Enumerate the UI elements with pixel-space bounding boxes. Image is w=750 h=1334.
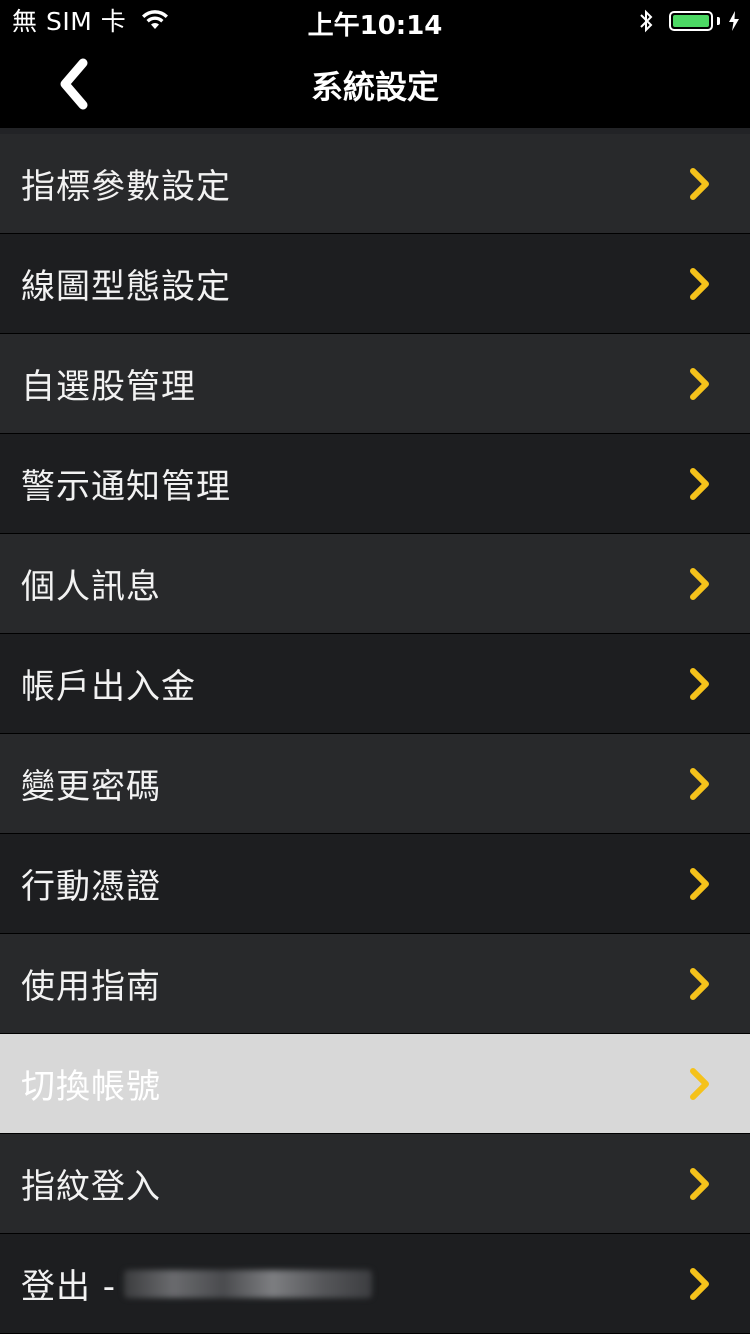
- chevron-right-icon: [690, 168, 709, 200]
- page-title: 系統設定: [310, 68, 439, 106]
- menu-item-mobile-certificate[interactable]: 行動憑證: [0, 834, 750, 934]
- menu-item-switch-account[interactable]: 切換帳號: [0, 1034, 750, 1134]
- battery-level: [673, 15, 709, 27]
- menu-item-label: 帳戶出入金: [21, 667, 196, 707]
- redacted-username: [124, 1269, 373, 1298]
- menu-item-fingerprint-login[interactable]: 指紋登入: [0, 1134, 750, 1234]
- menu-item-indicator-params[interactable]: 指標參數設定: [0, 134, 750, 234]
- chevron-right-icon: [690, 268, 709, 300]
- chevron-right-icon: [690, 568, 709, 600]
- charging-bolt-icon: [729, 11, 739, 31]
- chevron-right-icon: [690, 1068, 709, 1100]
- menu-item-label: 個人訊息: [21, 567, 161, 607]
- menu-item-user-guide[interactable]: 使用指南: [0, 934, 750, 1034]
- navigation-bar: 系統設定: [0, 40, 750, 128]
- menu-item-personal-messages[interactable]: 個人訊息: [0, 534, 750, 634]
- menu-item-alert-notifications[interactable]: 警示通知管理: [0, 434, 750, 534]
- chevron-right-icon: [690, 1168, 709, 1200]
- menu-item-label: 行動憑證: [21, 867, 161, 907]
- menu-item-label: 線圖型態設定: [21, 267, 231, 307]
- menu-item-watchlist[interactable]: 自選股管理: [0, 334, 750, 434]
- menu-item-label: 切換帳號: [21, 1067, 161, 1107]
- chevron-right-icon: [690, 868, 709, 900]
- chevron-right-icon: [690, 1268, 709, 1300]
- settings-menu-list: 指標參數設定 線圖型態設定 自選股管理 警示通知管理 個人訊息 帳戶出入金 變更…: [0, 134, 750, 1334]
- bluetooth-icon: [640, 9, 653, 33]
- chevron-right-icon: [690, 968, 709, 1000]
- chevron-right-icon: [690, 468, 709, 500]
- battery-nub: [717, 17, 720, 25]
- battery-icon: [669, 11, 713, 31]
- menu-item-label: 指紋登入: [21, 1167, 161, 1207]
- menu-item-chart-style[interactable]: 線圖型態設定: [0, 234, 750, 334]
- menu-item-account-funds[interactable]: 帳戶出入金: [0, 634, 750, 734]
- status-bar: 無 SIM 卡 上午10:14: [0, 0, 750, 41]
- menu-item-label: 登出 -: [21, 1267, 117, 1307]
- chevron-right-icon: [690, 368, 709, 400]
- status-right: [637, 6, 740, 36]
- menu-item-change-password[interactable]: 變更密碼: [0, 734, 750, 834]
- menu-item-label: 使用指南: [21, 967, 161, 1007]
- chevron-right-icon: [690, 768, 709, 800]
- menu-item-label: 警示通知管理: [21, 467, 231, 507]
- menu-item-logout[interactable]: 登出 -: [0, 1234, 750, 1334]
- chevron-right-icon: [690, 668, 709, 700]
- menu-item-label: 變更密碼: [21, 767, 161, 807]
- menu-item-label: 指標參數設定: [21, 167, 231, 207]
- menu-item-label: 自選股管理: [21, 367, 196, 407]
